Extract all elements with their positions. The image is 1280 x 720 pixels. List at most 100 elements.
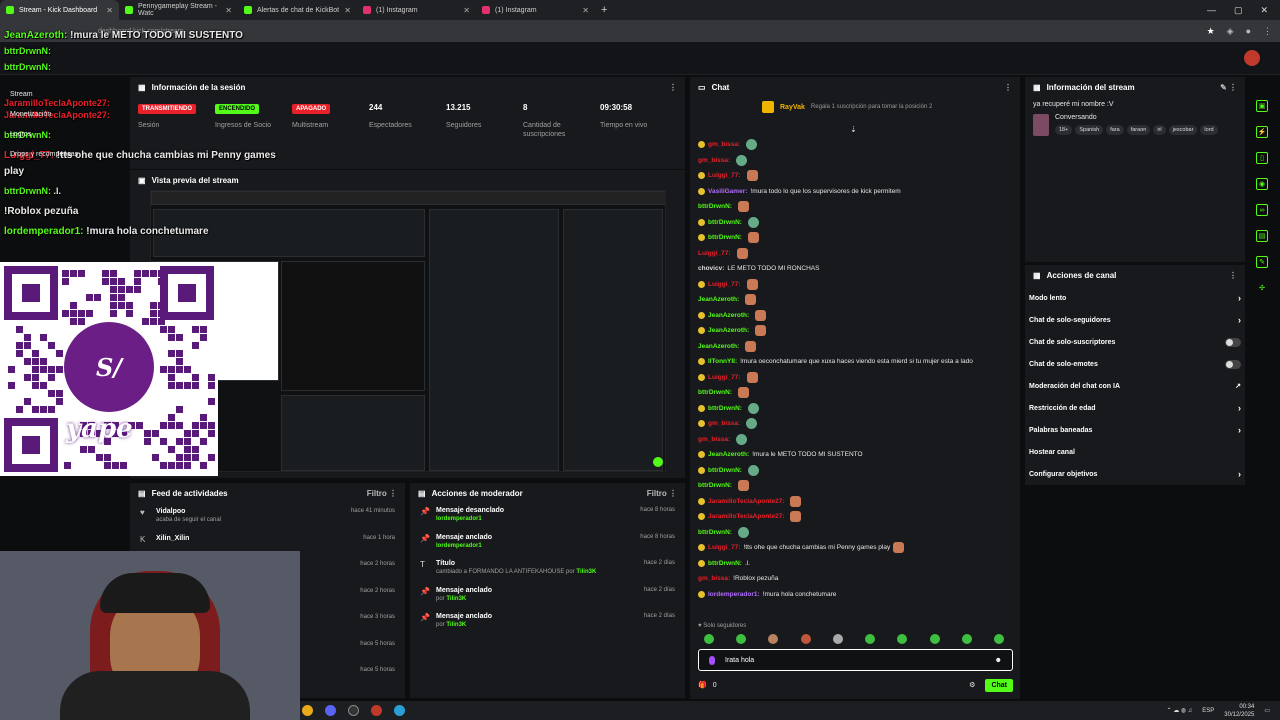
- chat-message[interactable]: gm_bissa: !Roblox pezuña: [698, 571, 1013, 587]
- chat-username[interactable]: bttrDrwnN:: [708, 219, 742, 226]
- chat-username[interactable]: Luiggi_77:: [708, 544, 741, 551]
- chat-settings-icon[interactable]: ⚙: [969, 681, 975, 689]
- category-thumbnail[interactable]: [1033, 114, 1049, 136]
- obs-icon[interactable]: [348, 705, 359, 716]
- chat-username[interactable]: IlTonnYII:: [708, 358, 737, 365]
- toggle-switch[interactable]: [1225, 359, 1241, 369]
- chat-message[interactable]: Luiggi_77:: [698, 277, 1013, 293]
- chat-username[interactable]: bttrDrwnN:: [708, 405, 742, 412]
- chat-username[interactable]: gm_bissa:: [698, 575, 730, 582]
- chat-message[interactable]: gm_bissa:: [698, 432, 1013, 448]
- channel-action-item[interactable]: Chat de solo-seguidores ›: [1025, 309, 1245, 331]
- stream-preview-video[interactable]: [150, 190, 666, 472]
- mod-action-item[interactable]: 📌 Mensaje anclado por Tilin3K hace 2 días: [410, 609, 685, 636]
- chat-message[interactable]: bttrDrwnN:: [698, 401, 1013, 417]
- mod-user[interactable]: Tilin3K: [446, 596, 466, 602]
- chat-username[interactable]: bttrDrwnN:: [698, 529, 732, 536]
- chat-username[interactable]: Luiggi_77:: [708, 281, 741, 288]
- browser-tab[interactable]: Stream - Kick Dashboard ✕: [0, 0, 119, 20]
- feed-user[interactable]: Vidalpoo: [156, 508, 221, 515]
- chat-message[interactable]: JeanAzeroth:: [698, 308, 1013, 324]
- mod-action-item[interactable]: T Título cambiado a FORMANDO LA ANTIFEKAHO…: [410, 556, 685, 583]
- emote-icon[interactable]: [897, 634, 908, 644]
- close-tab-icon[interactable]: ✕: [225, 6, 232, 15]
- chat-username[interactable]: gm_bissa:: [708, 141, 740, 148]
- mod-action-item[interactable]: 📌 Mensaje anclado por Tilin3K hace 2 días: [410, 583, 685, 610]
- emote-icon[interactable]: [704, 634, 714, 644]
- chat-message[interactable]: Luiggi_77:: [698, 168, 1013, 184]
- chat-username[interactable]: JeanAzeroth:: [708, 312, 749, 319]
- stream-tag[interactable]: jescobar: [1168, 125, 1198, 135]
- browser-menu-icon[interactable]: ⋮: [1263, 26, 1272, 37]
- chat-message[interactable]: gm_bissa:: [698, 153, 1013, 169]
- sidebar-menu-item[interactable]: Monetización: [10, 104, 120, 124]
- lightning-icon[interactable]: ⚡: [1256, 126, 1268, 138]
- channel-action-item[interactable]: Moderación del chat con IA ↗: [1025, 375, 1245, 397]
- chat-message[interactable]: Luiggi_77:: [698, 370, 1013, 386]
- mod-user[interactable]: lordemperador1: [436, 516, 482, 522]
- channel-action-item[interactable]: Chat de solo-emotes: [1025, 353, 1245, 375]
- app-icon[interactable]: [371, 705, 382, 716]
- feed-user[interactable]: Xilin_Xilin: [156, 535, 189, 542]
- stream-tag[interactable]: irl: [1153, 125, 1166, 135]
- channel-action-item[interactable]: Modo lento ›: [1025, 287, 1245, 309]
- extensions-icon[interactable]: ◈: [1227, 26, 1234, 37]
- channel-action-item[interactable]: Chat de solo-suscriptores: [1025, 331, 1245, 353]
- chat-message[interactable]: bttrDrwnN:: [698, 385, 1013, 401]
- close-tab-icon[interactable]: ✕: [106, 6, 113, 15]
- chat-username[interactable]: bttrDrwnN:: [708, 467, 742, 474]
- channel-actions-menu-icon[interactable]: ⋮: [1229, 271, 1237, 280]
- chat-username[interactable]: bttrDrwnN:: [708, 560, 742, 567]
- chat-message[interactable]: bttrDrwnN:: [698, 463, 1013, 479]
- stream-tag[interactable]: faraon: [1126, 125, 1151, 135]
- new-tab-button[interactable]: +: [601, 4, 607, 16]
- chat-username[interactable]: VasiliGamer:: [708, 188, 747, 195]
- chat-message[interactable]: IlTonnYII: !mura oeconchatumare que xuxa …: [698, 354, 1013, 370]
- feed-item[interactable]: ♥ Vidalpoo acaba de seguir el canal hace 41…: [130, 503, 405, 530]
- scroll-down-icon[interactable]: ⇣: [850, 125, 857, 134]
- chat-username[interactable]: JeanAzeroth:: [698, 343, 739, 350]
- browser-tab[interactable]: Alertas de chat de KickBot ✕: [238, 0, 357, 20]
- panel-menu-icon[interactable]: ⋮: [669, 83, 677, 92]
- emoji-icon[interactable]: ☻: [995, 657, 1002, 664]
- mod-user[interactable]: Tilin3K: [576, 569, 596, 575]
- close-window-icon[interactable]: ✕: [1260, 5, 1268, 16]
- chat-message[interactable]: JaramilloTeclaAponte27:: [698, 494, 1013, 510]
- quick-action-icon[interactable]: ▤: [1256, 230, 1268, 242]
- chat-bubble-icon[interactable]: ◉: [1256, 178, 1268, 190]
- chat-message[interactable]: bttrDrwnN:: [698, 230, 1013, 246]
- send-chat-button[interactable]: Chat: [985, 678, 1013, 692]
- chat-message[interactable]: bttrDrwnN:: [698, 478, 1013, 494]
- chat-username[interactable]: JeanAzeroth:: [708, 327, 749, 334]
- emote-icon[interactable]: [832, 634, 843, 644]
- chat-message[interactable]: Luiggi_77: !tts ohe que chucha cambias mi…: [698, 540, 1013, 556]
- quick-action-icon[interactable]: ✣: [1256, 282, 1268, 294]
- pinned-gifter[interactable]: RayVak Regala 1 suscripción para tomar l…: [690, 97, 1020, 117]
- emote-icon[interactable]: [993, 634, 1004, 644]
- chat-username[interactable]: JaramilloTeclaAponte27:: [708, 513, 784, 520]
- stream-tag[interactable]: fara: [1106, 125, 1124, 135]
- stream-tag[interactable]: Spanish: [1075, 125, 1104, 135]
- chat-username[interactable]: JaramilloTeclaAponte27:: [708, 498, 784, 505]
- mod-user[interactable]: lordemperador1: [436, 543, 482, 549]
- channel-action-item[interactable]: Restricción de edad ›: [1025, 397, 1245, 419]
- chat-message[interactable]: JeanAzeroth:: [698, 339, 1013, 355]
- emote-icon[interactable]: [768, 634, 779, 644]
- mod-action-item[interactable]: 📌 Mensaje desanclado lordemperador1 hace 8…: [410, 503, 685, 530]
- channel-action-item[interactable]: Palabras baneadas ›: [1025, 419, 1245, 441]
- chat-username[interactable]: Luiggi_77:: [698, 250, 731, 257]
- chat-message[interactable]: gm_bissa:: [698, 137, 1013, 153]
- emote-icon[interactable]: [961, 634, 972, 644]
- sidebar-menu-item[interactable]: Drops y recompensas: [10, 144, 120, 164]
- gift-icon[interactable]: 🎁: [698, 681, 707, 689]
- channel-action-item[interactable]: Configurar objetivos ›: [1025, 463, 1245, 485]
- stream-tag[interactable]: lord: [1200, 125, 1218, 135]
- profile-icon[interactable]: ●: [1246, 26, 1251, 37]
- toggle-switch[interactable]: [1225, 337, 1241, 347]
- edit-icon[interactable]: ✎ ⋮: [1220, 83, 1237, 92]
- chat-username[interactable]: gm_bissa:: [708, 420, 740, 427]
- close-tab-icon[interactable]: ✕: [344, 6, 351, 15]
- mod-filter-button[interactable]: Filtro ⋮: [647, 489, 677, 498]
- bookmark-star-icon[interactable]: ★: [1207, 26, 1215, 37]
- stream-tag[interactable]: 18+: [1055, 125, 1073, 135]
